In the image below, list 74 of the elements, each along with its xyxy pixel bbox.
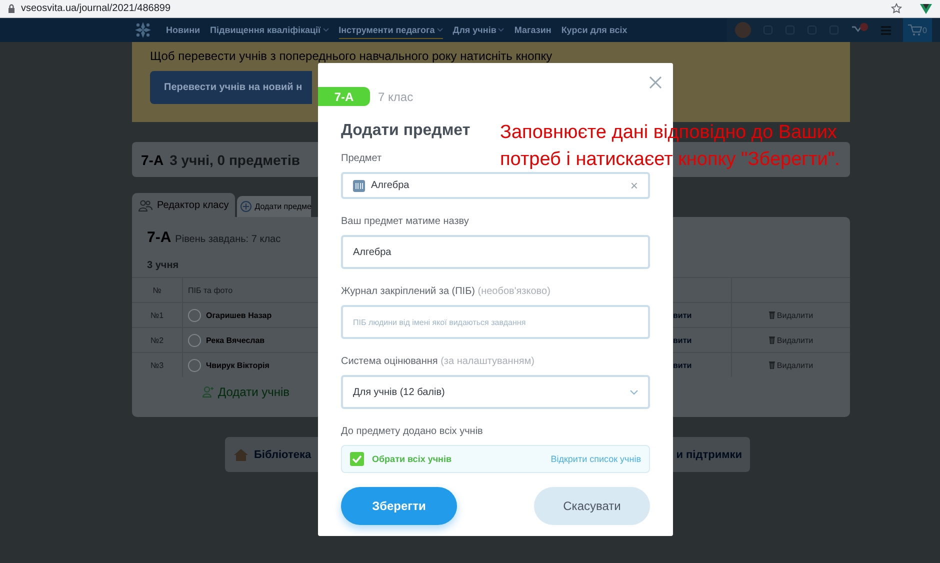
avatar-icon[interactable] — [734, 22, 751, 38]
transfer-button[interactable]: Перевести учнів на новий н — [150, 71, 312, 104]
grading-select[interactable]: Для учнів (12 балів) — [341, 375, 650, 409]
cart-button[interactable]: 0 — [902, 18, 932, 42]
class-tag: 7-А — [318, 87, 370, 106]
nav-link[interactable]: Курси для всіх — [561, 22, 628, 38]
checkbox-label: Обрати всіх учнів — [372, 454, 453, 464]
input-field[interactable]: ПІБ людини від імені якої видаються завдання — [341, 305, 650, 339]
level-text: Рівень завдань: 7 клас — [175, 234, 281, 245]
nav-link[interactable]: Інструменти педагога — [338, 22, 443, 38]
student-name: Огаришев Назар — [206, 310, 272, 320]
delete-link[interactable]: Видалити — [776, 360, 814, 370]
add-students-button[interactable]: Додати учнів — [202, 385, 290, 399]
photo-placeholder — [188, 334, 201, 346]
nav-link[interactable]: Магазин — [514, 22, 552, 38]
edit-link[interactable]: вити — [673, 336, 692, 344]
trash-icon — [768, 311, 775, 319]
photo-placeholder — [188, 308, 201, 322]
nav-link[interactable]: Новини — [166, 22, 200, 38]
nav-link[interactable]: Для учнів — [452, 22, 504, 38]
field-label: Журнал закріплений за (ПІБ) (необов'язково) — [341, 286, 550, 297]
close-icon[interactable] — [649, 76, 662, 89]
field-label: Ваш предмет матиме назву — [341, 216, 469, 227]
caret-icon — [436, 28, 443, 32]
checkbox[interactable] — [350, 452, 364, 466]
field-label: Система оцінювання (за налаштуванням) — [341, 356, 534, 367]
caret-icon — [322, 28, 329, 32]
photo-placeholder — [188, 358, 201, 372]
extension-icon[interactable] — [920, 4, 932, 14]
cart-icon — [908, 24, 922, 36]
clear-icon[interactable]: × — [630, 178, 638, 193]
row-number: №3 — [150, 360, 164, 370]
edit-link[interactable]: вити — [673, 360, 692, 370]
field-label: Предмет — [341, 153, 382, 164]
chevron-icon — [630, 390, 638, 394]
class-title: 7-А — [147, 229, 172, 246]
footer-link[interactable]: Бібліотека — [254, 448, 312, 460]
delete-link[interactable]: Видалити — [776, 336, 814, 344]
tab[interactable]: Редактор класу — [132, 193, 235, 217]
column-header: ПІБ та фото — [188, 286, 233, 294]
input-field[interactable]: Алгебра — [341, 235, 650, 269]
nav-link[interactable]: Підвищення кваліфікації — [210, 22, 329, 38]
plus-icon — [240, 200, 252, 213]
class-label: 7 клас — [378, 90, 414, 104]
trash-icon — [768, 336, 775, 344]
student-name: Река Вячеслав — [206, 336, 265, 344]
footer-link[interactable]: и підтримки — [676, 448, 742, 460]
row-number: №2 — [150, 336, 164, 344]
tab[interactable]: Додати предме — [236, 196, 312, 217]
column-header: № — [152, 286, 162, 294]
students-count: 3 учня — [147, 260, 179, 271]
open-list-link[interactable]: Відкрити список учнів — [550, 454, 641, 464]
student-name: Чвирук Вікторія — [206, 360, 270, 370]
students-note: До предмету додано всіх учнів — [341, 426, 484, 437]
people-icon — [138, 198, 153, 212]
cancel-button[interactable]: Скасувати — [534, 487, 650, 525]
star-icon[interactable] — [891, 3, 902, 14]
row-number: №1 — [150, 310, 164, 320]
trash-icon — [768, 361, 775, 369]
lock-icon — [8, 4, 15, 13]
subject-icon — [353, 180, 365, 192]
notice-text: Щоб перевести учнів з попереднього навчального року натисніть кнопку — [150, 49, 552, 63]
logo-icon[interactable] — [134, 21, 152, 39]
person-add-icon — [202, 386, 214, 398]
class-name: 7-А — [141, 152, 164, 168]
menu-icon[interactable] — [880, 26, 891, 34]
edit-link[interactable]: вити — [673, 310, 692, 320]
subject-combobox[interactable]: Алгебра × — [341, 172, 650, 199]
class-summary: 3 учні, 0 предметів — [170, 152, 300, 168]
delete-link[interactable]: Видалити — [776, 310, 814, 320]
dialog-title: Додати предмет — [341, 122, 470, 140]
caret-icon — [498, 28, 504, 32]
house-icon — [233, 448, 249, 462]
save-button[interactable]: Зберегти — [341, 487, 457, 525]
